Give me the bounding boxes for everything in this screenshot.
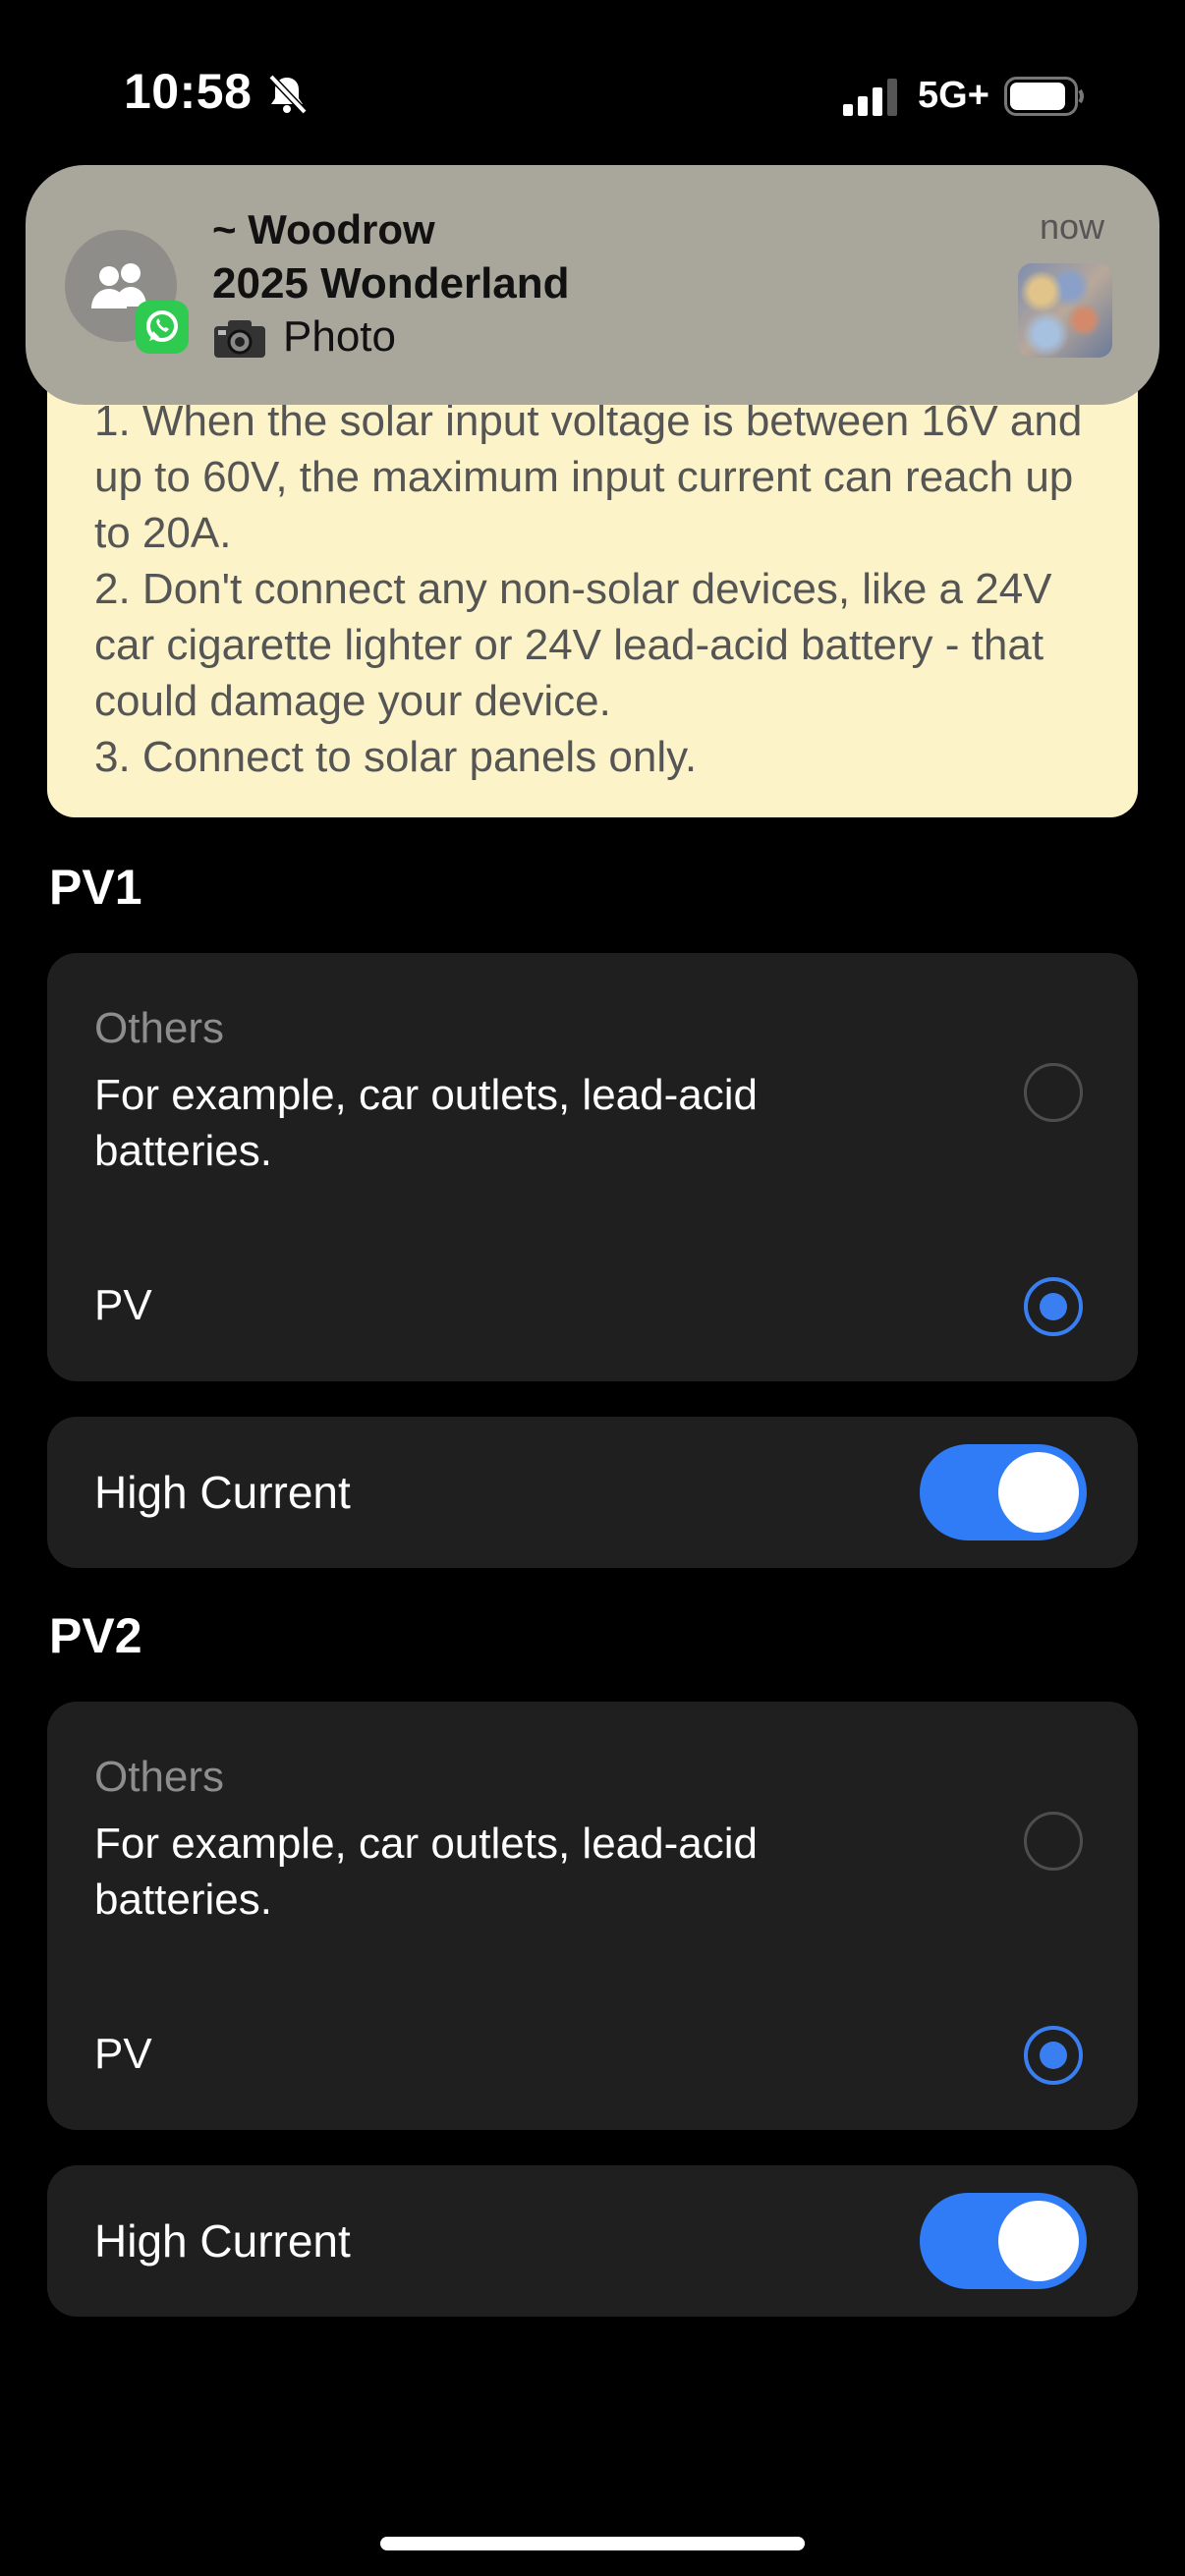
notification-body: Photo	[283, 312, 396, 361]
battery-icon	[1004, 77, 1084, 116]
photo-thumbnail	[1018, 263, 1112, 358]
pv1-high-current-label: High Current	[94, 1467, 351, 1518]
pv1-others-description: For example, car outlets, lead-acid batt…	[94, 1071, 758, 1175]
camera-icon	[214, 320, 265, 358]
bell-slash-icon	[268, 74, 308, 115]
pv1-others-title: Others	[94, 1004, 225, 1052]
pv1-input-type-card: Others For example, car outlets, lead-ac…	[47, 953, 1138, 1381]
pv2-others-radio[interactable]	[1024, 1812, 1083, 1871]
home-indicator[interactable]	[380, 2537, 805, 2550]
whatsapp-icon	[136, 301, 189, 354]
signal-icon	[843, 79, 897, 116]
network-type: 5G+	[918, 75, 989, 116]
pv2-pv-label: PV	[94, 2030, 152, 2078]
pv1-pv-label: PV	[94, 1281, 152, 1329]
status-time: 10:58	[124, 64, 253, 119]
pv1-section-title: PV1	[49, 860, 142, 915]
pv2-high-current-label: High Current	[94, 2215, 351, 2267]
solar-input-info-card: 1. When the solar input voltage is betwe…	[47, 334, 1138, 817]
notification-group-name: 2025 Wonderland	[212, 259, 570, 308]
pv2-others-description: For example, car outlets, lead-acid batt…	[94, 1820, 758, 1924]
info-line-3: 3. Connect to solar panels only.	[94, 733, 698, 781]
pv2-section-title: PV2	[49, 1608, 142, 1663]
pv2-high-current-toggle[interactable]	[920, 2193, 1087, 2289]
pv2-input-type-card: Others For example, car outlets, lead-ac…	[47, 1702, 1138, 2130]
pv2-pv-radio[interactable]	[1024, 2026, 1083, 2085]
pv1-high-current-toggle[interactable]	[920, 1444, 1087, 1540]
whatsapp-notification-banner[interactable]: ~ Woodrow 2025 Wonderland Photo now	[26, 165, 1159, 405]
pv1-high-current-row: High Current	[47, 1417, 1138, 1568]
pv2-others-title: Others	[94, 1753, 225, 1801]
notification-time: now	[1039, 206, 1104, 247]
pv2-high-current-row: High Current	[47, 2165, 1138, 2317]
pv1-others-radio[interactable]	[1024, 1063, 1083, 1122]
pv1-pv-radio[interactable]	[1024, 1277, 1083, 1336]
info-line-2: 2. Don't connect any non-solar devices, …	[94, 565, 1052, 725]
notification-sender: ~ Woodrow	[212, 206, 435, 252]
info-line-1: 1. When the solar input voltage is betwe…	[94, 397, 1083, 557]
